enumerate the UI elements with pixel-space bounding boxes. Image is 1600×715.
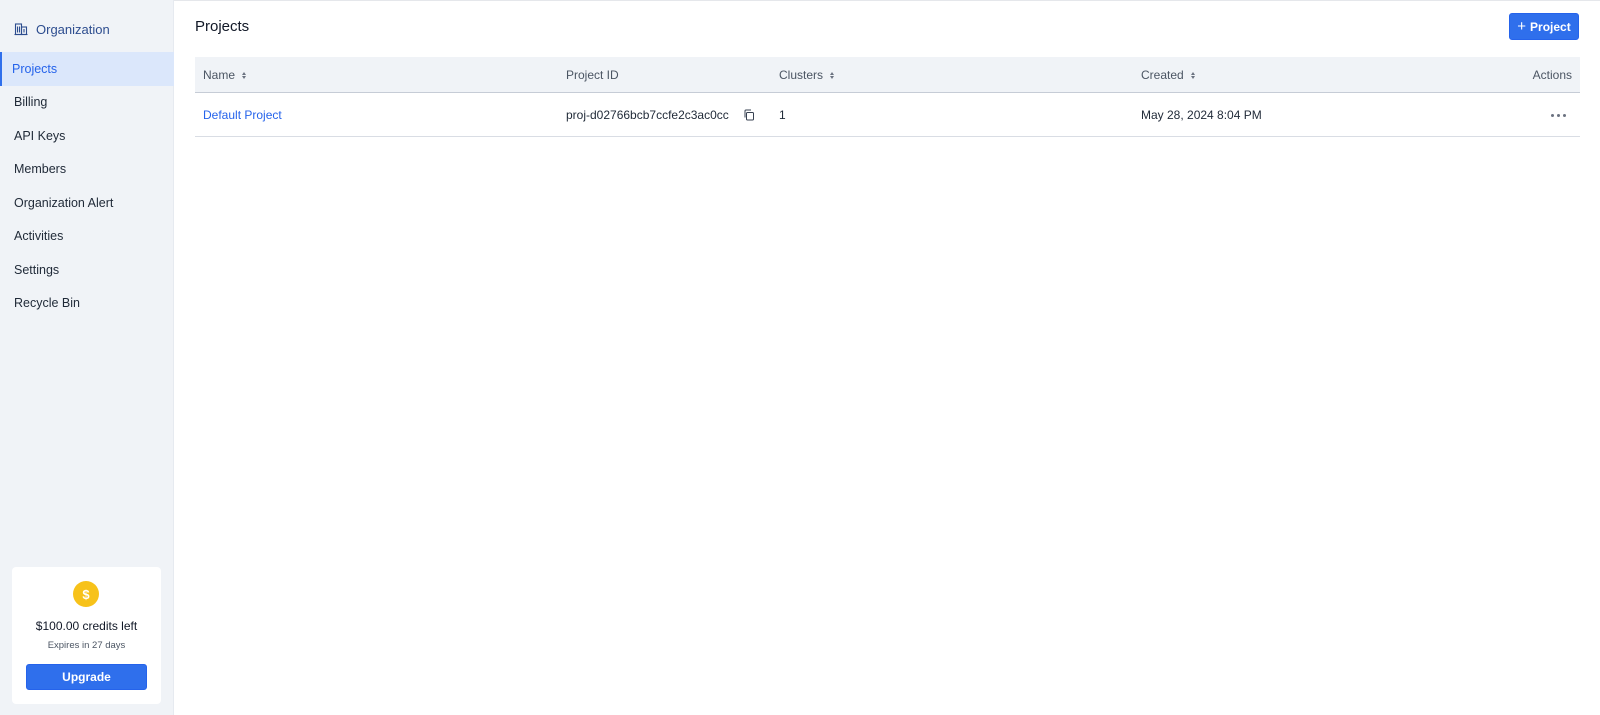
building-icon — [14, 23, 28, 36]
cell-actions — [1551, 93, 1566, 137]
sidebar-item-settings[interactable]: Settings — [0, 253, 174, 287]
sidebar-item-label: Projects — [12, 61, 58, 76]
sidebar-item-label: Activities — [14, 229, 64, 244]
header-created-label: Created — [1141, 68, 1184, 82]
sidebar-item-organization-alert[interactable]: Organization Alert — [0, 186, 174, 220]
table-row: Default Project proj-d02766bcb7ccfe2c3ac… — [195, 93, 1580, 137]
cell-name: Default Project — [203, 93, 282, 137]
sidebar-item-members[interactable]: Members — [0, 153, 174, 187]
project-name-link[interactable]: Default Project — [203, 108, 282, 122]
plus-icon: + — [1517, 18, 1527, 35]
sidebar-item-label: Recycle Bin — [14, 296, 80, 311]
sidebar-item-label: Organization Alert — [14, 195, 114, 210]
sort-icon[interactable] — [830, 71, 835, 79]
table-header: Name Project ID Clusters Created Actions — [195, 57, 1580, 93]
app-root: Organization Projects Billing API Keys M… — [0, 0, 1600, 715]
sidebar-item-billing[interactable]: Billing — [0, 86, 174, 120]
sidebar: Organization Projects Billing API Keys M… — [0, 0, 174, 715]
header-name: Name — [203, 57, 247, 93]
created-value: May 28, 2024 8:04 PM — [1141, 108, 1262, 122]
copy-icon[interactable] — [743, 109, 755, 121]
sidebar-item-label: API Keys — [14, 128, 66, 143]
clusters-value: 1 — [779, 108, 786, 122]
sidebar-item-activities[interactable]: Activities — [0, 220, 174, 254]
page-title: Projects — [195, 18, 250, 35]
sort-icon[interactable] — [1190, 71, 1195, 79]
header-actions: Actions — [1533, 57, 1572, 93]
organization-label: Organization — [36, 21, 110, 37]
upgrade-button[interactable]: Upgrade — [26, 664, 147, 690]
header-project-id-label: Project ID — [566, 68, 619, 82]
project-id-value: proj-d02766bcb7ccfe2c3ac0cc — [566, 108, 729, 122]
more-options-icon[interactable] — [1551, 113, 1566, 117]
header-clusters-label: Clusters — [779, 68, 824, 82]
sidebar-item-label: Billing — [14, 95, 48, 110]
header-name-label: Name — [203, 68, 236, 82]
add-project-label: Project — [1530, 19, 1571, 34]
main-content: Projects + Project Name Project ID Clust… — [174, 0, 1600, 715]
cell-clusters: 1 — [779, 93, 786, 137]
sort-icon[interactable] — [242, 71, 247, 79]
header-clusters: Clusters — [779, 57, 835, 93]
organization-link[interactable]: Organization — [14, 19, 110, 39]
credits-card: $ $100.00 credits left Expires in 27 day… — [12, 567, 161, 704]
sidebar-nav: Projects Billing API Keys Members Organi… — [0, 52, 174, 320]
header-project-id: Project ID — [566, 57, 619, 93]
sidebar-item-recycle-bin[interactable]: Recycle Bin — [0, 287, 174, 321]
credits-expiry: Expires in 27 days — [47, 640, 126, 651]
sidebar-item-projects[interactable]: Projects — [0, 52, 174, 86]
add-project-button[interactable]: + Project — [1509, 13, 1579, 40]
cell-project-id: proj-d02766bcb7ccfe2c3ac0cc — [566, 93, 755, 137]
sidebar-item-label: Members — [14, 162, 67, 177]
cell-created: May 28, 2024 8:04 PM — [1141, 93, 1262, 137]
header-actions-label: Actions — [1532, 68, 1572, 82]
sidebar-item-api-keys[interactable]: API Keys — [0, 119, 174, 153]
coin-icon: $ — [73, 581, 99, 607]
header-created: Created — [1141, 57, 1195, 93]
projects-table: Name Project ID Clusters Created Actions — [195, 57, 1580, 137]
credits-amount: $100.00 credits left — [35, 619, 138, 633]
sidebar-item-label: Settings — [14, 262, 60, 277]
